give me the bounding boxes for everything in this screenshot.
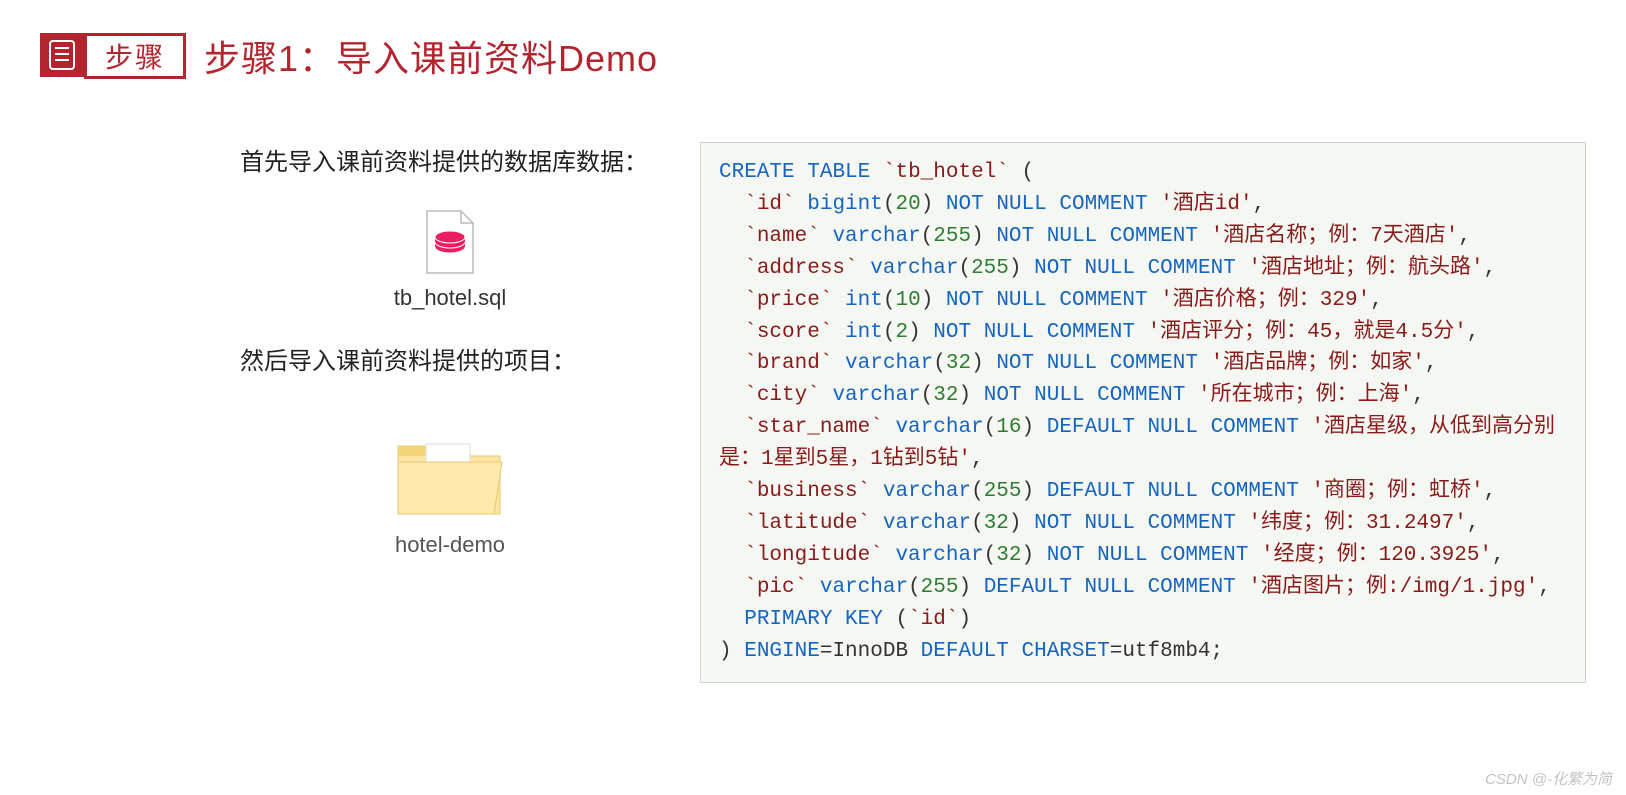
step-badge-label: 步骤 [84, 33, 186, 79]
step-badge: 步骤 [40, 33, 186, 79]
intro-text-1: 首先导入课前资料提供的数据库数据： [240, 142, 660, 177]
folder-label: hotel-demo [395, 532, 505, 558]
sql-file: tb_hotel.sql [340, 207, 560, 311]
page-title: 步骤1：导入课前资料Demo [204, 30, 658, 82]
sql-file-icon [420, 207, 480, 279]
intro-text-2: 然后导入课前资料提供的项目： [240, 341, 660, 376]
folder-icon [390, 426, 510, 526]
content: 首先导入课前资料提供的数据库数据： tb_hotel.sql 然后导入课前资料提… [40, 142, 1586, 683]
attribution-watermark: CSDN @-化繁为简 [1485, 768, 1612, 789]
document-icon [40, 33, 84, 77]
page-header: 步骤 步骤1：导入课前资料Demo [40, 30, 1586, 82]
left-column: 首先导入课前资料提供的数据库数据： tb_hotel.sql 然后导入课前资料提… [240, 142, 660, 558]
project-folder: hotel-demo [340, 426, 560, 558]
sql-file-label: tb_hotel.sql [394, 285, 507, 311]
sql-code-block: CREATE TABLE `tb_hotel` ( `id` bigint(20… [700, 142, 1586, 683]
